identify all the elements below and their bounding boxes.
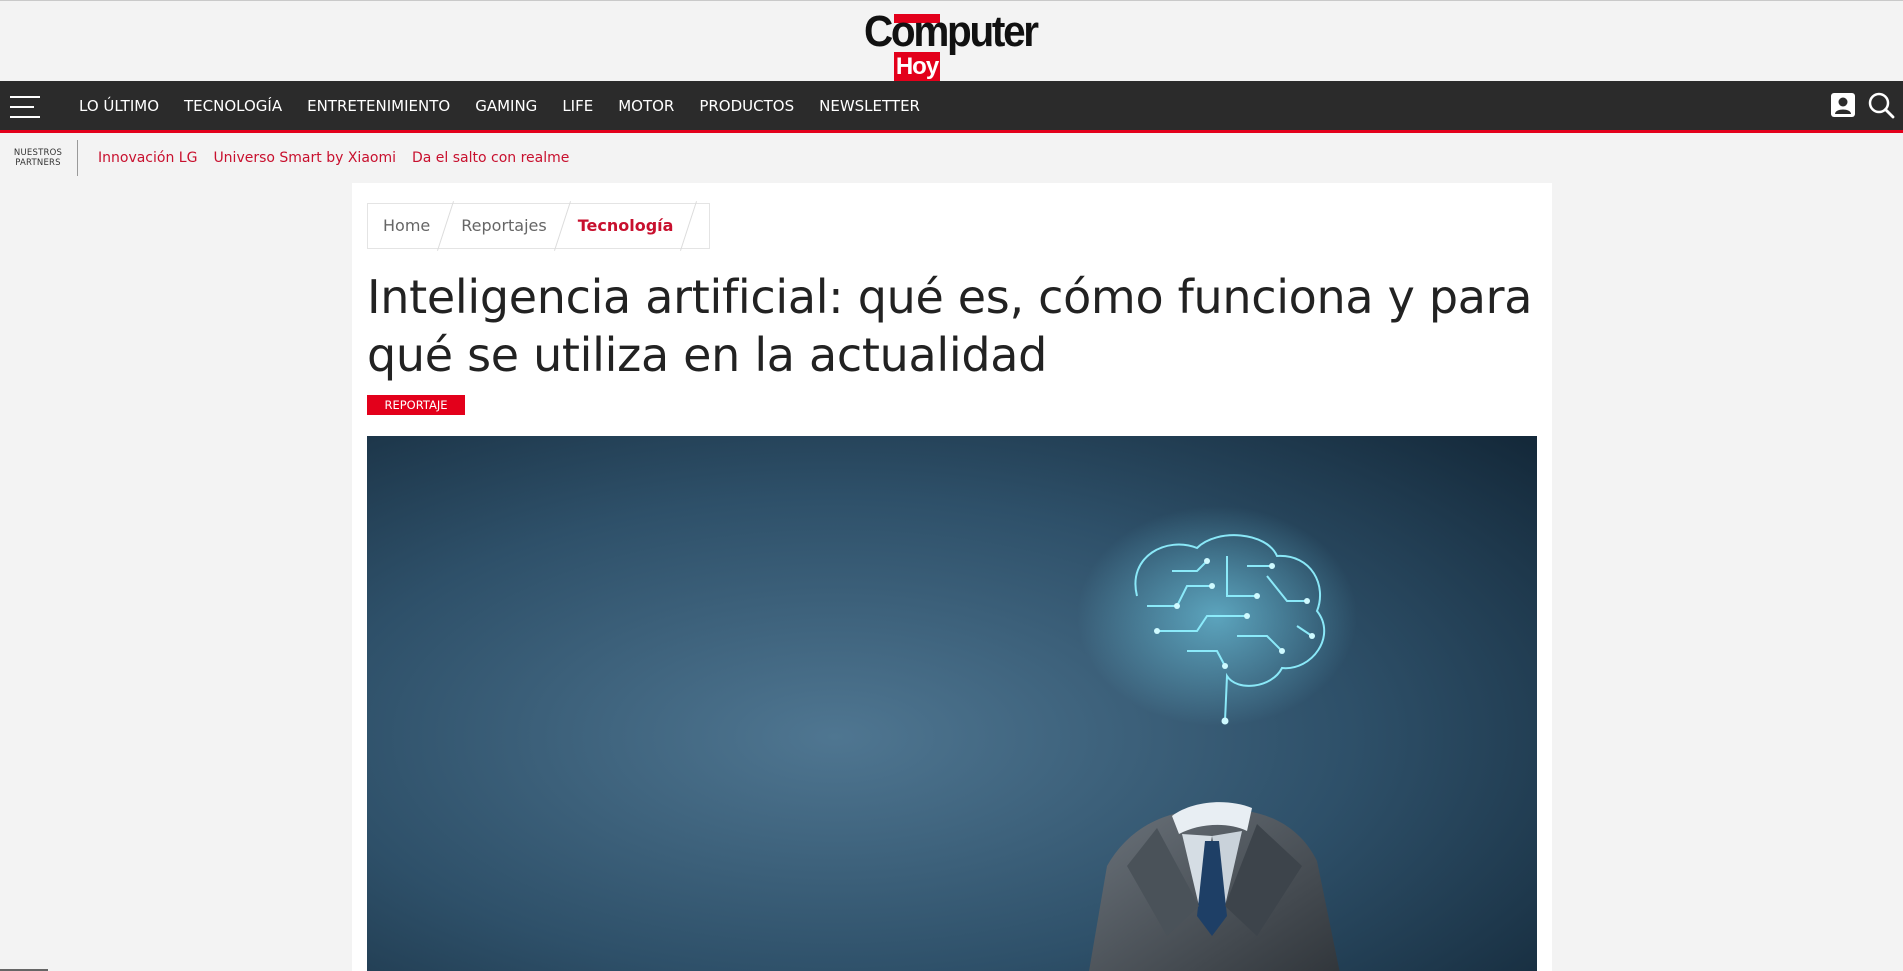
nav-items: LO ÚLTIMO TECNOLOGÍA ENTRETENIMIENTO GAM… xyxy=(79,81,945,130)
article-card: Home Reportajes Tecnología Inteligencia … xyxy=(352,183,1552,971)
logo-main-text: Computer xyxy=(864,7,1039,56)
partner-link-lg[interactable]: Innovación LG xyxy=(98,150,197,166)
nav-item-newsletter[interactable]: NEWSLETTER xyxy=(819,97,920,115)
ai-brain-illustration xyxy=(367,436,1537,971)
nav-item-motor[interactable]: MOTOR xyxy=(618,97,674,115)
breadcrumb: Home Reportajes Tecnología xyxy=(367,201,711,251)
menu-icon[interactable] xyxy=(10,96,40,118)
breadcrumb-home[interactable]: Home xyxy=(368,204,445,248)
main-nav: LO ÚLTIMO TECNOLOGÍA ENTRETENIMIENTO GAM… xyxy=(0,81,1903,133)
user-icon[interactable] xyxy=(1829,91,1857,119)
nav-item-life[interactable]: LIFE xyxy=(562,97,593,115)
partners-label: NUESTROS PARTNERS xyxy=(13,148,63,168)
breadcrumb-tecnologia[interactable]: Tecnología xyxy=(563,204,689,248)
article-title: Inteligencia artificial: qué es, cómo fu… xyxy=(367,270,1533,382)
article-type-badge[interactable]: REPORTAJE xyxy=(367,395,465,415)
partner-link-xiaomi[interactable]: Universo Smart by Xiaomi xyxy=(213,150,396,166)
nav-item-tecnologia[interactable]: TECNOLOGÍA xyxy=(184,97,282,115)
nav-item-entretenimiento[interactable]: ENTRETENIMIENTO xyxy=(307,97,450,115)
nav-item-productos[interactable]: PRODUCTOS xyxy=(699,97,794,115)
breadcrumb-reportajes[interactable]: Reportajes xyxy=(446,204,561,248)
site-header: Computer Hoy xyxy=(0,0,1903,82)
hero-image xyxy=(367,436,1537,971)
partner-link-realme[interactable]: Da el salto con realme xyxy=(412,150,569,166)
nav-item-gaming[interactable]: GAMING xyxy=(475,97,537,115)
computer-hoy-logo[interactable]: Computer Hoy xyxy=(864,7,1040,82)
nav-item-lo-ultimo[interactable]: LO ÚLTIMO xyxy=(79,97,159,115)
partners-bar: NUESTROS PARTNERS Innovación LG Universo… xyxy=(0,140,585,176)
logo-sub-text: Hoy xyxy=(894,52,940,82)
search-icon[interactable] xyxy=(1867,91,1895,119)
partners-divider xyxy=(77,140,78,176)
nav-icons xyxy=(1829,91,1895,119)
